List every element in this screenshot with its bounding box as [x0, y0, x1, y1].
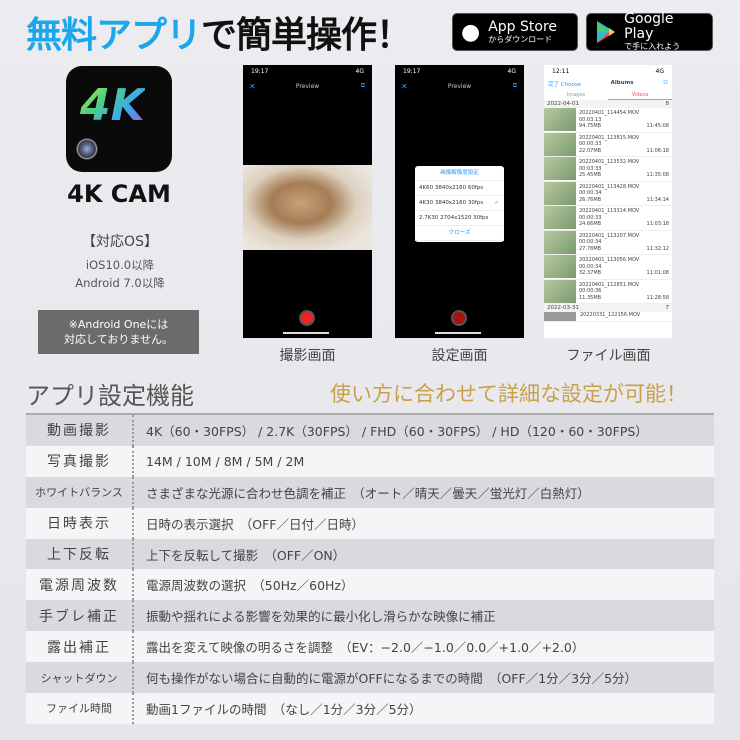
file-list-item[interactable]: 20220401_113056.MOV 00:00:34 32.37MB 11:01:…	[544, 255, 672, 280]
feature-row: 露出補正 露出を変えて映像の明るさを調整 （EV：−2.0／−1.0／0.0／+1…	[26, 631, 714, 663]
video-thumbnail	[544, 132, 576, 156]
app-store-badge[interactable]: ● App Store からダウンロード	[452, 13, 578, 51]
tagline: 使い方に合わせて詳細な設定が可能！	[330, 382, 687, 406]
video-thumbnail	[544, 108, 576, 131]
video-thumbnail	[544, 206, 576, 229]
file-list-item[interactable]: 20220401_113428.MOV 00:00:34 26.76MB 11:34:…	[544, 181, 672, 206]
feature-value: さまざまな光源に合わせ色調を補正 （オート／晴天／曇天／蛍光灯／白熱灯）	[146, 485, 590, 501]
close-icon[interactable]: ✕	[249, 82, 256, 91]
file-list-item[interactable]: 20220401_113815.MOV 00:00:33 22.07MB 11:06:…	[544, 132, 672, 157]
feature-value: 電源周波数の選択 （50Hz／60Hz）	[146, 578, 354, 594]
app-icon: 4K	[66, 66, 172, 172]
supported-os: 【対応OS】 iOS10.0以降 Android 7.0以降	[75, 234, 165, 290]
video-thumbnail	[544, 255, 576, 278]
camera-lens-icon	[76, 138, 98, 160]
feature-label: 手ブレ補正	[26, 600, 134, 632]
feature-label: 上下反転	[26, 538, 134, 570]
feature-row: 電源周波数 電源周波数の選択 （50Hz／60Hz）	[26, 569, 714, 601]
feature-row: ホワイトバランス さまざまな光源に合わせ色調を補正 （オート／晴天／曇天／蛍光灯／…	[26, 476, 714, 508]
check-icon: ✓	[494, 200, 499, 206]
phone-files-screen: 12:11 4G 完了 Choose Albums ☷ Images Videos 20…	[544, 65, 672, 338]
feature-label: ファイル時間	[26, 693, 134, 724]
feature-value: 振動や揺れによる影響を効果的に最小化し滑らかな映像に補正	[146, 609, 496, 625]
feature-row: 日時表示 日時の表示選択 （OFF／日付／日時）	[26, 507, 714, 539]
option[interactable]: 2.7K30 2704x1520 30fps	[415, 211, 504, 226]
section-title: アプリ設定機能	[26, 382, 194, 410]
feature-row: 動画撮影 4K（60・30FPS） / 2.7K（30FPS） / FHD（60・…	[26, 415, 714, 446]
home-indicator	[283, 332, 329, 334]
feature-value: 動画1ファイルの時間 （なし／1分／3分／5分）	[146, 701, 422, 717]
resolution-dialog: 画像解像度設定 4K60 3840x2160 60fps 4K30 3840x2…	[415, 166, 504, 242]
share-icon[interactable]: ⧉	[361, 82, 365, 90]
feature-row: 写真撮影 14M / 10M / 8M / 5M / 2M	[26, 445, 714, 477]
video-thumbnail	[544, 181, 576, 205]
feature-value: 14M / 10M / 8M / 5M / 2M	[146, 453, 305, 469]
file-list-item[interactable]: 20220401_113207.MOV 00:00:34 27.78MB 11:32:…	[544, 230, 672, 255]
feature-label: シャットダウン	[26, 662, 134, 694]
video-thumbnail	[544, 230, 576, 254]
feature-row: シャットダウン 何も操作がない場合に自動的に電源がOFFになるまでの時間 （OFF…	[26, 662, 714, 694]
google-play-icon	[597, 21, 615, 43]
close-icon[interactable]: ✕	[401, 82, 408, 91]
feature-label: 日時表示	[26, 507, 134, 539]
done-button[interactable]: 完了	[548, 82, 559, 88]
feature-row: 手ブレ補正 振動や揺れによる影響を効果的に最小化し滑らかな映像に補正	[26, 600, 714, 632]
caption-files: ファイル画面	[566, 348, 651, 364]
caption-settings: 設定画面	[431, 348, 488, 364]
tab-videos[interactable]: Videos	[608, 90, 672, 100]
feature-label: 電源周波数	[26, 569, 134, 601]
feature-label: 写真撮影	[26, 445, 134, 477]
option-selected[interactable]: 4K30 3840x2160 30fps ✓	[415, 196, 504, 211]
home-indicator	[435, 332, 481, 334]
feature-value: 4K（60・30FPS） / 2.7K（30FPS） / FHD（60・30FP…	[146, 423, 648, 439]
feature-value: 露出を変えて映像の明るさを調整 （EV：−2.0／−1.0／0.0／+1.0／+…	[146, 640, 585, 656]
feature-label: 露出補正	[26, 631, 134, 663]
feature-label: 動画撮影	[26, 415, 134, 446]
option[interactable]: 4K60 3840x2160 60fps	[415, 181, 504, 196]
file-list-item[interactable]: 20220401_113314.MOV 00:00:33 24.66MB 11:03:…	[544, 206, 672, 231]
google-play-badge[interactable]: Google Play で手に入れよう	[586, 12, 713, 51]
feature-value: 上下を反転して撮影 （OFF／ON）	[146, 547, 346, 563]
file-list-item[interactable]: 20220401_114454.MOV 00:03:13 94.75MB 11:45:…	[544, 108, 672, 133]
file-list-item[interactable]: 20220401_112851.MOV 00:00:36 11.35MB 11:28:…	[544, 279, 672, 304]
cat-preview-image	[243, 165, 372, 250]
features-table: 動画撮影 4K（60・30FPS） / 2.7K（30FPS） / FHD（60・…	[26, 413, 714, 724]
android-one-note: ※Android Oneには 対応しておりません。	[38, 310, 199, 354]
feature-value: 何も操作がない場合に自動的に電源がOFFになるまでの時間 （OFF／1分／3分／…	[146, 671, 638, 687]
choose-button[interactable]: Choose	[561, 82, 581, 88]
file-list-item[interactable]: 20220401_113532.MOV 00:03:33 25.45MB 11:35:…	[544, 157, 672, 182]
close-button[interactable]: クローズ	[415, 226, 504, 241]
video-thumbnail	[544, 279, 576, 303]
share-icon[interactable]: ⧉	[513, 82, 517, 90]
feature-row: 上下反転 上下を反転して撮影 （OFF／ON）	[26, 538, 714, 570]
app-name: 4K CAM	[67, 180, 171, 208]
headline: 無料アプリで簡単操作！	[26, 15, 412, 56]
list-view-icon[interactable]: ☷	[663, 80, 668, 88]
video-thumbnail	[544, 157, 576, 180]
feature-label: ホワイトバランス	[26, 476, 134, 508]
record-button[interactable]	[451, 310, 467, 326]
phone-capture-screen: 19:17 4G ✕ Preview ⧉	[243, 65, 372, 338]
apple-icon: ●	[461, 19, 481, 45]
tab-images[interactable]: Images	[544, 90, 608, 100]
phone-settings-screen: 19:17 4G ✕ Preview ⧉ 画像解像度設定 4K60 3840x2160…	[395, 65, 524, 338]
caption-capture: 撮影画面	[279, 348, 336, 364]
record-button[interactable]	[299, 310, 315, 326]
feature-row: ファイル時間 動画1ファイルの時間 （なし／1分／3分／5分）	[26, 693, 714, 724]
feature-value: 日時の表示選択 （OFF／日付／日時）	[146, 516, 364, 532]
